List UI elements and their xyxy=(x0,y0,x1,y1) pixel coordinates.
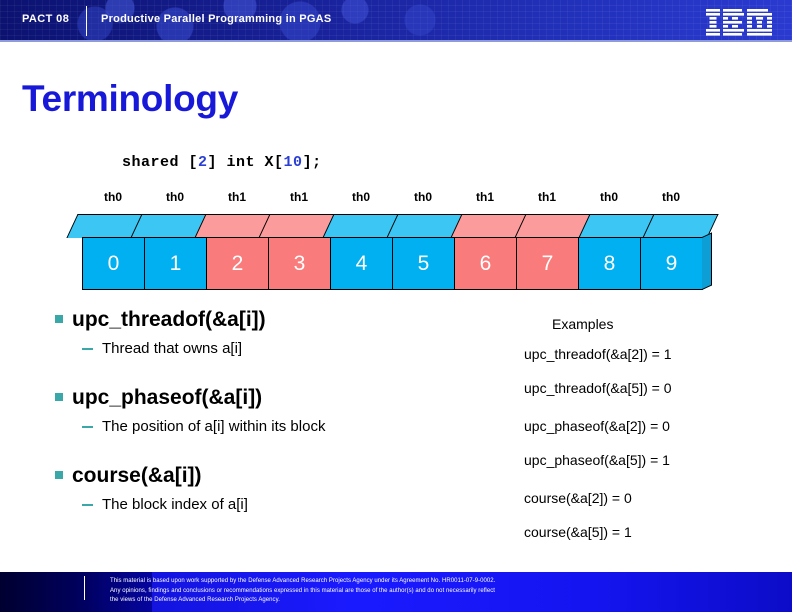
memory-cell: 6 xyxy=(454,237,517,290)
thread-label: th0 xyxy=(600,190,618,204)
footer-line: the views of the Defense Advanced Resear… xyxy=(110,597,280,603)
bullet-sub-text: The position of a[i] within its block xyxy=(102,418,326,435)
examples-heading: Examples xyxy=(552,316,614,332)
memory-cells-top-faces xyxy=(66,214,719,238)
memory-cell: 1 xyxy=(144,237,207,290)
bullet-square-icon xyxy=(55,315,63,323)
thread-label: th0 xyxy=(414,190,432,204)
examples-group-phaseof: upc_phaseof(&a[2]) = 0 upc_phaseof(&a[5]… xyxy=(524,418,774,468)
slide-footer: This material is based upon work support… xyxy=(0,572,792,612)
bullet-sub-course: The block index of a[i] xyxy=(50,494,490,516)
thread-label: th0 xyxy=(662,190,680,204)
example-line: upc_phaseof(&a[2]) = 0 xyxy=(524,418,670,434)
bullet-sub-text: The block index of a[i] xyxy=(102,496,248,513)
bullet-item-course: course(&a[i]) xyxy=(50,462,490,490)
header-bottom-rule xyxy=(0,40,792,42)
thread-label: th1 xyxy=(290,190,308,204)
code-declaration: shared [2] int X[10]; xyxy=(122,154,322,171)
examples-panel: Examples upc_threadof(&a[2]) = 1 upc_thr… xyxy=(524,316,774,562)
thread-label-row: th0 th0 th1 th1 th0 th0 th1 th1 th0 th0 xyxy=(82,190,702,210)
example-line: upc_threadof(&a[2]) = 1 xyxy=(524,346,672,362)
bullet-dash-icon xyxy=(82,504,93,506)
bullet-title: upc_phaseof(&a[i]) xyxy=(72,386,263,409)
bullet-square-icon xyxy=(55,393,63,401)
footer-disclaimer: This material is based upon work support… xyxy=(110,577,740,606)
memory-cell: 3 xyxy=(268,237,331,290)
code-part-before: shared [ xyxy=(122,154,199,171)
bullet-square-icon xyxy=(55,471,63,479)
slide-header: PACT 08 Productive Parallel Programming … xyxy=(0,0,792,42)
examples-group-course: course(&a[2]) = 0 course(&a[5]) = 1 xyxy=(524,490,774,540)
memory-cell: 7 xyxy=(516,237,579,290)
code-block-size: 2 xyxy=(198,154,208,171)
memory-cell: 2 xyxy=(206,237,269,290)
ibm-logo-icon xyxy=(706,9,772,36)
memory-cell: 8 xyxy=(578,237,641,290)
memory-cell: 5 xyxy=(392,237,455,290)
terminology-list: upc_threadof(&a[i]) Thread that owns a[i… xyxy=(50,306,490,540)
bullet-item-phaseof: upc_phaseof(&a[i]) xyxy=(50,384,490,412)
thread-label: th1 xyxy=(228,190,246,204)
thread-label: th1 xyxy=(476,190,494,204)
footer-line: Any opinions, findings and conclusions o… xyxy=(110,587,495,594)
header-divider xyxy=(86,6,87,36)
thread-label: th0 xyxy=(352,190,370,204)
page-title: Terminology xyxy=(22,78,238,119)
memory-cell-side-face xyxy=(702,232,712,290)
thread-label: th1 xyxy=(538,190,556,204)
examples-group-threadof: upc_threadof(&a[2]) = 1 upc_threadof(&a[… xyxy=(524,346,774,396)
bullet-sub-phaseof: The position of a[i] within its block xyxy=(50,416,490,438)
code-part-middle: ] int X[ xyxy=(207,154,284,171)
conference-label: PACT 08 xyxy=(22,13,70,25)
thread-label: th0 xyxy=(104,190,122,204)
example-line: upc_threadof(&a[5]) = 0 xyxy=(524,380,672,396)
thread-label: th0 xyxy=(166,190,184,204)
header-subtitle: Productive Parallel Programming in PGAS xyxy=(101,13,332,25)
bullet-sub-text: Thread that owns a[i] xyxy=(102,340,243,357)
bullet-dash-icon xyxy=(82,426,93,428)
memory-cells-front-faces: 0 1 2 3 4 5 6 7 8 9 xyxy=(82,237,703,290)
memory-cell: 4 xyxy=(330,237,393,290)
memory-cell: 9 xyxy=(640,237,703,290)
memory-cell: 0 xyxy=(82,237,145,290)
bullet-title: upc_threadof(&a[i]) xyxy=(72,308,266,331)
memory-layout-diagram: th0 th0 th1 th1 th0 th0 th1 th1 th0 th0 … xyxy=(66,190,719,302)
bullet-sub-threadof: Thread that owns a[i] xyxy=(50,338,490,360)
code-part-after: ]; xyxy=(302,154,322,171)
bullet-title: course(&a[i]) xyxy=(72,464,202,487)
footer-line: This material is based upon work support… xyxy=(110,578,496,584)
example-line: course(&a[5]) = 1 xyxy=(524,524,632,540)
example-line: upc_phaseof(&a[5]) = 1 xyxy=(524,452,670,468)
code-array-size: 10 xyxy=(283,154,303,171)
memory-cells: 0 1 2 3 4 5 6 7 8 9 xyxy=(66,214,719,302)
example-line: course(&a[2]) = 0 xyxy=(524,490,632,506)
bullet-dash-icon xyxy=(82,348,93,350)
bullet-item-threadof: upc_threadof(&a[i]) xyxy=(50,306,490,334)
footer-divider xyxy=(84,576,85,600)
